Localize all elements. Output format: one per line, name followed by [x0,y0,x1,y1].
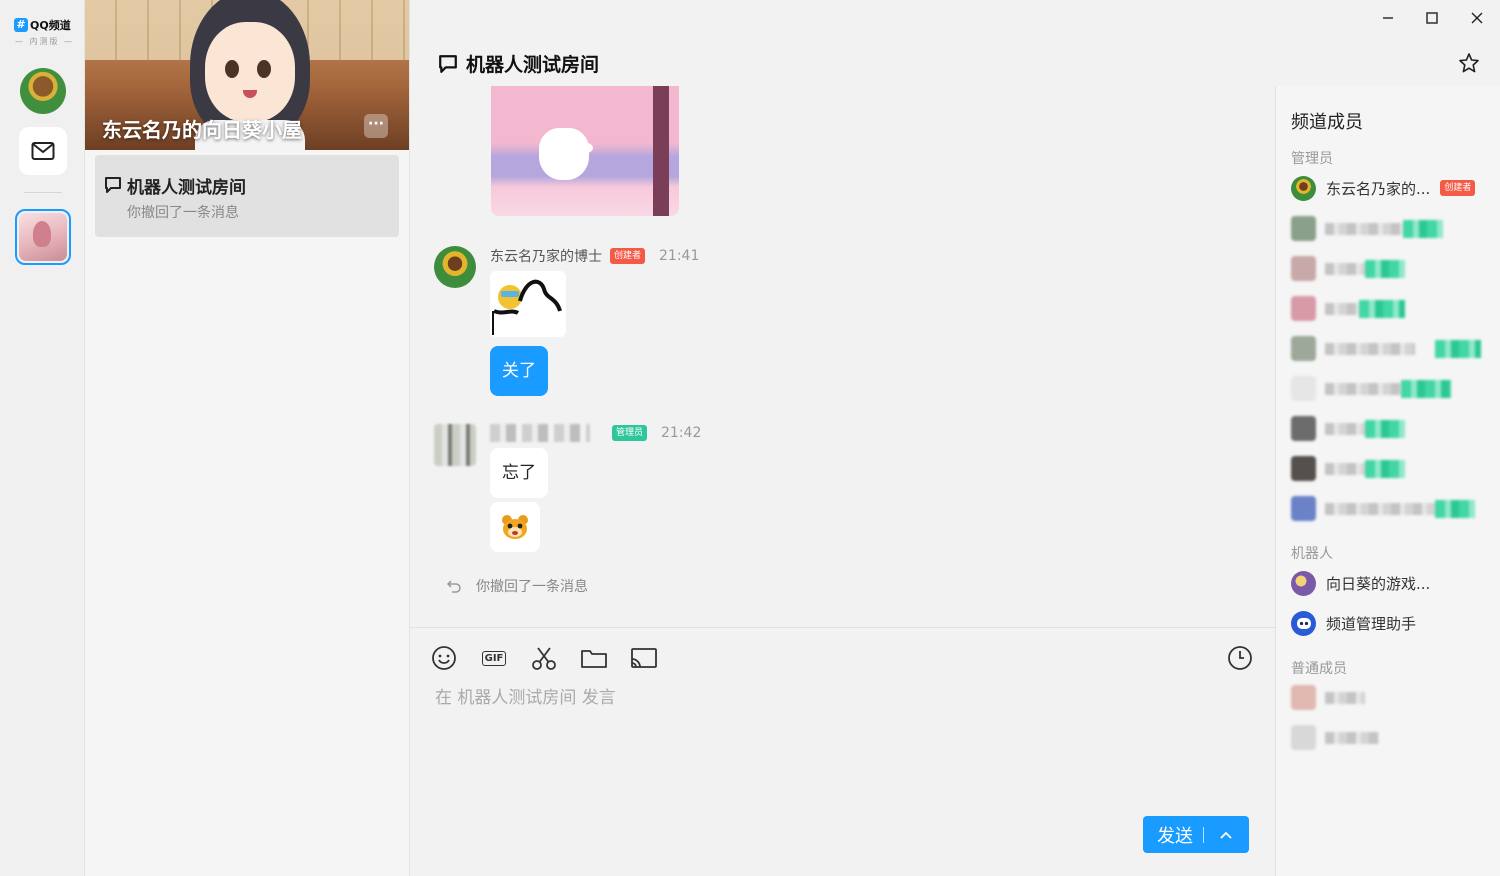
message-header: 东云名乃家的博士 创建者 21:41 [490,246,699,266]
gif-button[interactable]: GIF [480,644,508,672]
screen-share-icon [631,648,657,668]
member-panel: 频道成员 管理员 东云名乃家的... 创建者 机器人 向日葵的游戏... 频道管… [1275,86,1500,876]
chat-bubble-icon [439,54,457,73]
member-owner[interactable]: 东云名乃家的... 创建者 [1291,175,1491,201]
hash-icon: # [14,18,28,32]
image-message[interactable] [491,86,679,216]
section-regular-members: 普通成员 [1291,661,1347,677]
minimize-button[interactable] [1376,6,1400,30]
clock-icon [1228,646,1252,670]
recall-notice: 你撤回了一条消息 [446,576,588,596]
room-title-text: 机器人测试房间 [466,54,600,76]
emoji-message[interactable] [490,502,540,552]
folder-icon [581,650,607,668]
maximize-icon [1426,12,1438,24]
history-button[interactable] [1226,644,1254,672]
sender-name-blurred[interactable] [490,424,590,442]
admin-badge: 管理员 [612,425,648,441]
chevron-up-icon [1220,831,1232,839]
send-button[interactable]: 发送 [1143,816,1249,853]
owner-badge: 创建者 [1440,180,1476,196]
chat-bubble-icon [105,177,121,193]
file-button[interactable] [580,644,608,672]
channel-name: 机器人测试房间 [127,178,246,198]
gif-icon: GIF [481,650,507,666]
close-icon [1471,12,1483,24]
chat-header: 机器人测试房间 [410,0,1483,86]
member-panel-title: 频道成员 [1291,112,1363,133]
avatar [1291,570,1316,596]
guild-banner: 东云名乃的向日葵小屋 ··· [85,0,409,150]
send-options-button[interactable] [1204,830,1248,840]
message-time: 21:41 [659,248,700,264]
chat-main: 机器人测试房间 东云名乃家的博士 创建者 21:41 关了 管理员 21:42 … [410,0,1483,876]
emoji-button[interactable] [430,644,458,672]
sticker-message[interactable] [490,271,566,337]
avatar[interactable] [434,424,476,466]
member-name: 频道管理助手 [1326,614,1417,633]
qq-channel-logo: # QQ频道 — 内测版 — [12,16,74,50]
guild-name: 东云名乃的向日葵小屋 [102,118,302,142]
star-icon[interactable] [1458,52,1480,74]
mail-icon [31,142,55,160]
avatar [1291,175,1316,201]
sender-name[interactable]: 东云名乃家的博士 [490,246,602,266]
message-header: 管理员 21:42 [490,424,701,442]
maximize-button[interactable] [1420,6,1444,30]
section-admins: 管理员 [1291,151,1333,167]
robot-icon [1291,610,1316,636]
bear-emoji-icon [502,515,528,539]
guild-rail: # QQ频道 — 内测版 — [0,0,85,876]
owner-badge: 创建者 [610,248,646,264]
rail-divider [24,192,62,193]
message-bubble[interactable]: 关了 [490,346,548,396]
logo-text: QQ频道 [30,19,71,32]
guild-more-button[interactable]: ··· [364,114,388,138]
channel-item-robot-test[interactable]: 机器人测试房间 你撤回了一条消息 [95,155,399,237]
channel-preview: 你撤回了一条消息 [127,205,239,221]
mail-button[interactable] [19,127,67,175]
scissors-icon [532,647,556,670]
undo-icon [446,580,461,593]
message-list[interactable]: 东云名乃家的博士 创建者 21:41 关了 管理员 21:42 忘了 你撤回了一… [410,86,1275,626]
screenshot-button[interactable] [530,644,558,672]
member-name: 向日葵的游戏... [1326,574,1431,593]
message-bubble[interactable]: 忘了 [490,448,548,498]
room-title: 机器人测试房间 [438,50,599,77]
avatar[interactable] [434,246,476,288]
sticker-image [492,279,562,335]
logo-subtitle: — 内测版 — [15,37,75,46]
minimize-icon [1383,17,1393,19]
message-input[interactable]: 在 机器人测试房间 发言 [435,683,616,708]
guild-icon-selected[interactable] [15,209,71,265]
message-composer: GIF 在 机器人测试房间 发言 发送 [410,627,1275,876]
recall-text: 你撤回了一条消息 [476,579,588,595]
channel-panel: 东云名乃的向日葵小屋 ··· 机器人测试房间 你撤回了一条消息 [85,0,410,876]
member-name: 东云名乃家的... [1326,179,1431,198]
member-bot-sunflower-game[interactable]: 向日葵的游戏... [1291,570,1491,596]
member-bot-channel-manager[interactable]: 频道管理助手 [1291,610,1491,636]
send-label: 发送 [1157,825,1193,847]
screen-share-button[interactable] [630,644,658,672]
user-avatar[interactable] [20,68,66,114]
message-time: 21:42 [661,425,702,441]
smile-icon [432,646,456,670]
close-button[interactable] [1465,6,1489,30]
section-bots: 机器人 [1291,546,1333,562]
